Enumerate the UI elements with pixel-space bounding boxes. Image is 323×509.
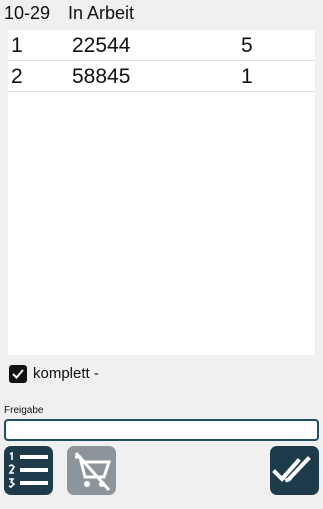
freigabe-input[interactable] (4, 419, 319, 441)
confirm-button[interactable] (270, 446, 319, 495)
cart-disabled-icon (74, 452, 112, 491)
article-number: 58845 (72, 65, 131, 88)
position-list[interactable]: 1 22544 5 2 58845 1 (8, 30, 315, 355)
complete-label: komplett - (33, 365, 99, 382)
numbered-list-icon (8, 451, 48, 488)
cart-button[interactable] (67, 446, 116, 495)
complete-checkbox[interactable] (9, 365, 27, 383)
list-item[interactable]: 2 58845 1 (8, 61, 315, 92)
quantity: 5 (241, 34, 253, 57)
header: 10-29 In Arbeit (0, 0, 323, 28)
order-id: 10-29 (4, 3, 51, 23)
position-number: 2 (11, 65, 23, 88)
quantity: 1 (241, 65, 253, 88)
order-status: In Arbeit (68, 3, 135, 23)
double-check-icon (272, 456, 311, 483)
freigabe-label: Freigabe (4, 405, 44, 416)
position-number: 1 (11, 34, 23, 57)
list-item[interactable]: 1 22544 5 (8, 30, 315, 61)
list-button[interactable] (4, 446, 53, 495)
article-number: 22544 (72, 34, 131, 57)
check-icon (12, 369, 24, 379)
